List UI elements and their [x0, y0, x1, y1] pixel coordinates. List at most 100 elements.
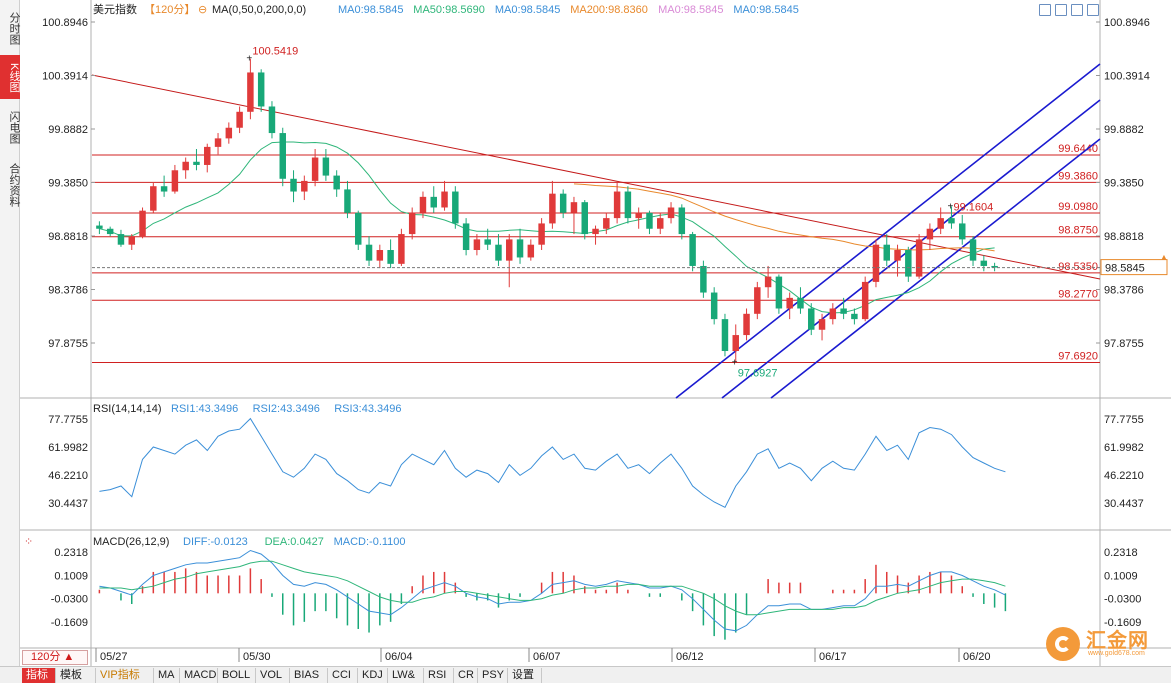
candle-body[interactable] — [279, 133, 286, 179]
indicator-tab[interactable]: MA — [154, 668, 180, 683]
candle-body[interactable] — [408, 212, 416, 235]
indicator-tab[interactable]: CR — [454, 668, 478, 683]
side-tab[interactable]: 合约资料 — [0, 153, 20, 215]
candle-body[interactable] — [700, 265, 707, 293]
zoom-out-icon[interactable] — [1071, 4, 1083, 16]
candle-body[interactable] — [355, 212, 362, 245]
candle-body[interactable] — [214, 138, 222, 147]
candle-body[interactable] — [549, 193, 556, 224]
candle-body[interactable] — [419, 196, 427, 213]
candle-body[interactable] — [96, 225, 103, 229]
candle-body[interactable] — [430, 196, 437, 208]
candle-body[interactable] — [808, 308, 815, 330]
indicator-tab[interactable]: BOLL — [218, 668, 256, 683]
indicator-tab[interactable]: VOL — [256, 668, 290, 683]
zoom-in-icon[interactable] — [1055, 4, 1067, 16]
candle-body[interactable] — [506, 239, 513, 261]
candle-body[interactable] — [290, 178, 297, 192]
indicator-tab[interactable]: 指标 — [22, 668, 56, 683]
candle-body[interactable] — [117, 234, 125, 245]
kline-chart[interactable]: 99.644099.386099.098098.875098.535098.27… — [0, 0, 1171, 666]
candle-body[interactable] — [872, 244, 880, 282]
candle-body[interactable] — [570, 202, 578, 213]
channel-upper-line[interactable] — [675, 63, 1101, 399]
indicator-tab[interactable]: RSI — [424, 668, 454, 683]
indicator-tab[interactable]: PSY — [478, 668, 508, 683]
candle-body[interactable] — [128, 236, 135, 245]
candle-body[interactable] — [592, 228, 599, 235]
candle-body[interactable] — [236, 111, 243, 128]
candle-body[interactable] — [905, 250, 912, 277]
candle-body[interactable] — [376, 250, 384, 261]
candle-body[interactable] — [581, 202, 588, 235]
candle-body[interactable] — [926, 228, 934, 240]
candle-body[interactable] — [775, 276, 783, 309]
candle-body[interactable] — [732, 335, 739, 352]
candle-body[interactable] — [969, 239, 977, 261]
candle-body[interactable] — [452, 191, 459, 224]
candle-body[interactable] — [613, 191, 621, 219]
channel-mid-line[interactable] — [721, 99, 1101, 399]
candle-body[interactable] — [624, 191, 632, 219]
indicator-tab[interactable]: VIP指标 — [96, 668, 154, 683]
indicator-tab[interactable]: MACD — [180, 668, 218, 683]
candle-body[interactable] — [225, 127, 233, 139]
candle-body[interactable] — [268, 106, 276, 134]
candle-body[interactable] — [786, 297, 793, 309]
candle-body[interactable] — [387, 250, 394, 264]
candle-body[interactable] — [883, 244, 890, 261]
candle-body[interactable] — [829, 308, 837, 320]
candle-body[interactable] — [182, 161, 189, 171]
indicator-tab[interactable]: 设置 — [508, 668, 542, 683]
candle-body[interactable] — [150, 186, 157, 211]
candle-body[interactable] — [204, 146, 211, 165]
candle-body[interactable] — [764, 276, 772, 288]
candle-body[interactable] — [980, 260, 988, 266]
candle-body[interactable] — [538, 223, 545, 245]
candle-body[interactable] — [559, 193, 567, 213]
candle-body[interactable] — [937, 218, 944, 229]
candle-body[interactable] — [894, 250, 901, 261]
candle-body[interactable] — [861, 281, 869, 320]
side-tab[interactable]: 闪电图 — [0, 101, 20, 151]
candle-body[interactable] — [743, 313, 750, 336]
candle-body[interactable] — [948, 218, 955, 224]
indicator-tab[interactable]: 模板 — [56, 668, 96, 683]
indicator-tab[interactable]: LW& — [388, 668, 424, 683]
candle-body[interactable] — [851, 313, 858, 320]
candle-body[interactable] — [473, 239, 481, 251]
move-icon[interactable] — [1039, 4, 1051, 16]
candle-body[interactable] — [160, 186, 168, 192]
candle-body[interactable] — [689, 234, 696, 266]
candle-body[interactable] — [959, 223, 966, 240]
candle-body[interactable] — [657, 218, 664, 229]
candle-body[interactable] — [171, 170, 179, 192]
candle-body[interactable] — [301, 180, 308, 192]
candle-body[interactable] — [311, 157, 319, 181]
channel-lower-line[interactable] — [770, 138, 1101, 399]
candle-body[interactable] — [915, 239, 923, 277]
candle-body[interactable] — [710, 292, 718, 320]
candle-body[interactable] — [462, 223, 470, 251]
settings-icon[interactable]: ⊖ — [198, 4, 207, 16]
candle-body[interactable] — [344, 189, 351, 213]
candle-body[interactable] — [441, 191, 448, 208]
candle-body[interactable] — [667, 207, 675, 219]
macd-settings-icon[interactable]: ⁘ — [24, 536, 33, 548]
side-tab[interactable]: K线图 — [0, 55, 20, 99]
candle-body[interactable] — [106, 228, 114, 235]
candle-body[interactable] — [527, 244, 535, 258]
indicator-tab[interactable]: KDJ — [358, 668, 388, 683]
candle-body[interactable] — [322, 157, 330, 176]
candle-body[interactable] — [754, 287, 761, 314]
side-tab[interactable]: 分时图 — [0, 2, 20, 52]
candle-body[interactable] — [193, 161, 200, 165]
candle-body[interactable] — [818, 319, 826, 330]
candle-body[interactable] — [495, 244, 502, 261]
indicator-tab[interactable]: CCI — [328, 668, 358, 683]
candle-body[interactable] — [247, 72, 254, 112]
candle-body[interactable] — [333, 175, 340, 190]
candle-body[interactable] — [603, 218, 610, 229]
close-icon[interactable] — [1087, 4, 1099, 16]
candle-body[interactable] — [398, 234, 405, 264]
